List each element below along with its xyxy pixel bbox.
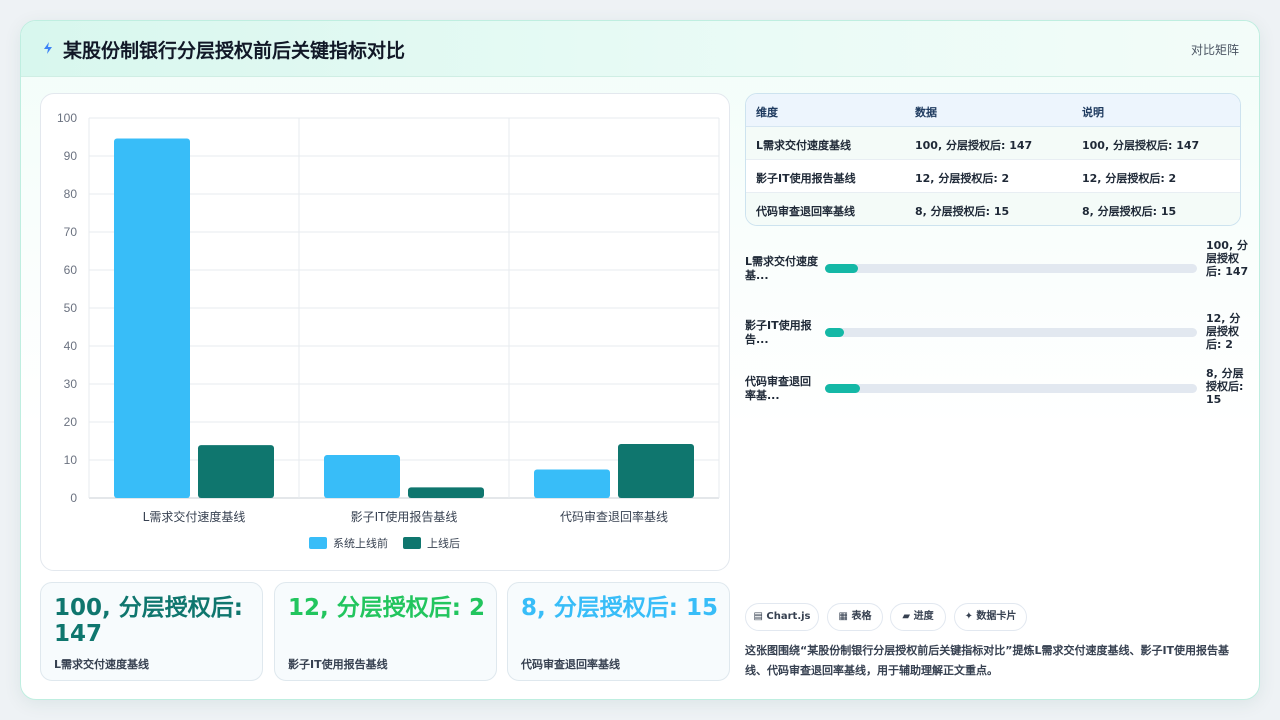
progress-label: L需求交付速度基... bbox=[745, 255, 819, 282]
progress-row: 代码审查退回率基... 8, 分层授权后: 15 bbox=[745, 361, 1245, 421]
progress-row: 影子IT使用报告... 12, 分层授权后: 2 bbox=[745, 305, 1245, 365]
table-cell: 100, 分层授权后: 147 bbox=[915, 139, 1033, 152]
x-tick-label: L需求交付速度基线 bbox=[143, 509, 246, 524]
y-tick-label: 100 bbox=[57, 111, 77, 125]
stat-value: 100, 分层授权后: 147 bbox=[54, 595, 243, 647]
legend-swatch bbox=[309, 537, 327, 549]
y-tick-label: 80 bbox=[64, 187, 78, 201]
table-cell: L需求交付速度基线 bbox=[756, 139, 852, 152]
bar-before bbox=[114, 138, 190, 498]
stat-value: 12, 分层授权后: 2 bbox=[288, 595, 485, 621]
x-tick-label: 影子IT使用报告基线 bbox=[351, 509, 458, 524]
table-cell: 8, 分层授权后: 15 bbox=[1082, 205, 1177, 218]
y-tick-label: 0 bbox=[70, 491, 77, 505]
tag-data-card[interactable]: ✦ 数据卡片 bbox=[954, 603, 1027, 631]
y-tick-label: 50 bbox=[64, 301, 78, 315]
bar-after bbox=[408, 487, 484, 498]
table-cell: 影子IT使用报告基线 bbox=[756, 172, 856, 185]
y-tick-label: 30 bbox=[64, 377, 78, 391]
y-tick-label: 70 bbox=[64, 225, 78, 239]
table-header-cell: 说明 bbox=[1082, 106, 1104, 119]
table-cell: 12, 分层授权后: 2 bbox=[1082, 172, 1177, 185]
progress-label: 代码审查退回率基... bbox=[745, 375, 811, 402]
progress-fill bbox=[825, 264, 859, 273]
progress-track bbox=[825, 264, 1197, 273]
table-header-row: 维度 数据 说明 bbox=[746, 94, 1240, 127]
progress-value: 8, 分层授权后: 15 bbox=[1206, 367, 1244, 406]
table-cell: 100, 分层授权后: 147 bbox=[1082, 139, 1200, 152]
bar-before bbox=[324, 455, 400, 498]
bar-chart: 0 10 20 30 40 50 60 70 80 90 100 L需求交付速度基线 影子IT使用报告基… bbox=[57, 111, 720, 550]
progress-fill bbox=[825, 328, 844, 337]
bar-after bbox=[618, 444, 694, 498]
progress-value: 100, 分层授权后: 147 bbox=[1206, 239, 1249, 278]
table-row: 影子IT使用报告基线 12, 分层授权后: 2 12, 分层授权后: 2 bbox=[746, 160, 1240, 193]
description: 这张图围绕“某股份制银行分层授权前后关键指标对比”提炼L需求交付速度基线、影子I… bbox=[745, 644, 1230, 677]
progress-label: 影子IT使用报告... bbox=[745, 319, 812, 346]
y-tick-label: 90 bbox=[64, 149, 78, 163]
table-header-cell: 维度 bbox=[756, 106, 778, 119]
stat-label: L需求交付速度基线 bbox=[54, 658, 150, 671]
y-tick-label: 20 bbox=[64, 415, 78, 429]
x-tick-label: 代码审查退回率基线 bbox=[560, 509, 668, 524]
table-cell: 代码审查退回率基线 bbox=[756, 205, 855, 218]
table-cell: 12, 分层授权后: 2 bbox=[915, 172, 1010, 185]
chart-panel: 0 10 20 30 40 50 60 70 80 90 100 L需求交付速度基线 影子IT使用报告基… bbox=[40, 93, 730, 571]
stat-label: 影子IT使用报告基线 bbox=[288, 658, 388, 671]
y-tick-label: 10 bbox=[64, 453, 78, 467]
main-card: 某股份制银行分层授权前后关键指标对比 对比矩阵 0 10 20 30 40 50 60 70 8… bbox=[20, 20, 1260, 700]
stat-card: 12, 分层授权后: 2 影子IT使用报告基线 bbox=[274, 582, 497, 681]
page-title: 某股份制银行分层授权前后关键指标对比 bbox=[63, 40, 406, 62]
y-tick-label: 60 bbox=[64, 263, 78, 277]
table-header-cell: 数据 bbox=[915, 106, 937, 119]
progress-value: 12, 分层授权后: 2 bbox=[1206, 312, 1241, 351]
y-tick-label: 40 bbox=[64, 339, 78, 353]
lightning-icon bbox=[44, 42, 52, 54]
stat-card: 8, 分层授权后: 15 代码审查退回率基线 bbox=[507, 582, 730, 681]
bar-before bbox=[534, 469, 610, 498]
progress-fill bbox=[825, 384, 861, 393]
legend-swatch bbox=[403, 537, 421, 549]
tag-table[interactable]: ▦ 表格 bbox=[827, 603, 883, 631]
progress-row: L需求交付速度基... 100, 分层授权后: 147 bbox=[745, 239, 1248, 299]
legend-label: 上线后 bbox=[427, 536, 460, 550]
stat-value: 8, 分层授权后: 15 bbox=[521, 595, 718, 621]
bar-after bbox=[198, 445, 274, 498]
data-table: 维度 数据 说明 L需求交付速度基线 100, 分层授权后: 147 100, … bbox=[745, 93, 1241, 226]
tag-chartjs[interactable]: ▤ Chart.js bbox=[745, 603, 819, 631]
stat-label: 代码审查退回率基线 bbox=[521, 658, 620, 671]
matrix-label: 对比矩阵 bbox=[1190, 43, 1239, 57]
progress-track bbox=[825, 328, 1197, 337]
progress-track bbox=[825, 384, 1197, 393]
legend-label: 系统上线前 bbox=[333, 536, 388, 550]
table-row: L需求交付速度基线 100, 分层授权后: 147 100, 分层授权后: 14… bbox=[746, 127, 1240, 160]
table-row: 代码审查退回率基线 8, 分层授权后: 15 8, 分层授权后: 15 bbox=[746, 193, 1240, 225]
table-cell: 8, 分层授权后: 15 bbox=[915, 205, 1010, 218]
stat-card: 100, 分层授权后: 147 L需求交付速度基线 bbox=[40, 582, 263, 681]
header: 某股份制银行分层授权前后关键指标对比 对比矩阵 bbox=[21, 21, 1259, 77]
tag-progress[interactable]: ▰ 进度 bbox=[890, 603, 946, 631]
